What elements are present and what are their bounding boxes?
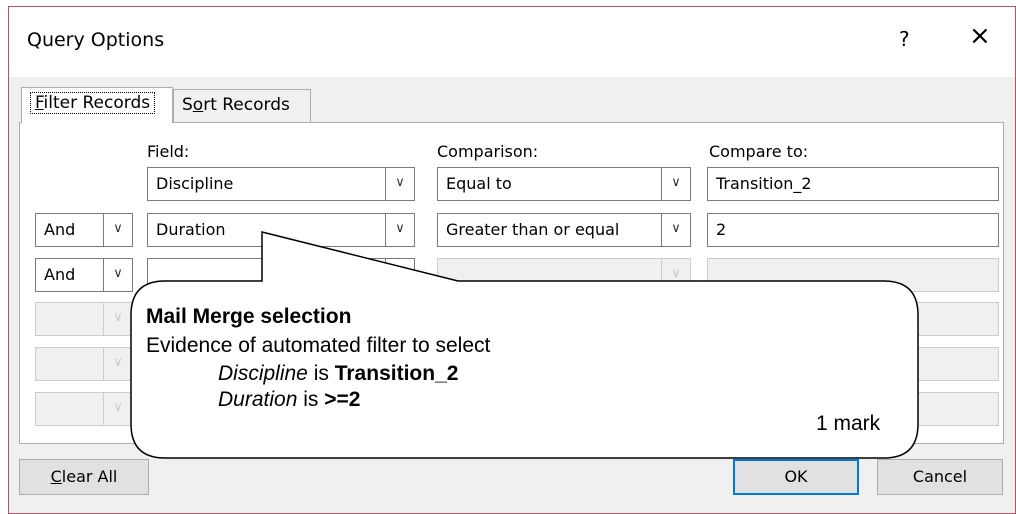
callout-line-2: Discipline is Transition_2 [218,362,459,385]
callout-marks: 1 mark [816,412,881,435]
callout-heading: Mail Merge selection [146,305,352,328]
callout-bubble [130,231,919,459]
callout-line-3: Duration is >=2 [218,388,361,411]
callout-line-1: Evidence of automated filter to select [146,334,491,357]
